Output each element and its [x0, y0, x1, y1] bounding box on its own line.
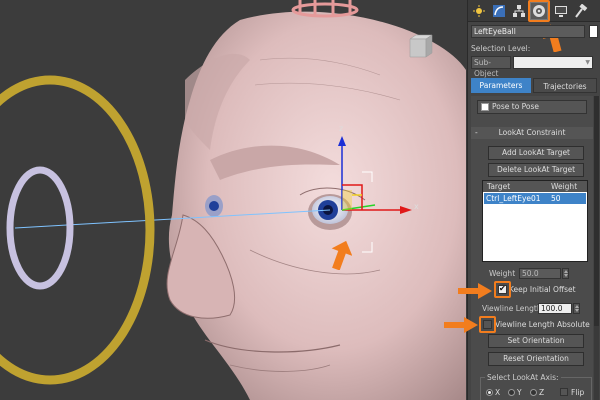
target-list-header: Target Weight: [483, 181, 587, 192]
selection-level-label: Selection Level:: [471, 44, 531, 53]
weight-column-header: Weight: [551, 182, 578, 191]
viewcube[interactable]: [404, 33, 436, 59]
target-weight-cell: 50: [551, 194, 561, 203]
viewport-scene: [0, 0, 466, 400]
hierarchy-tab[interactable]: [510, 2, 528, 20]
add-lookat-target-button[interactable]: Add LookAt Target: [488, 146, 584, 160]
set-orientation-button[interactable]: Set Orientation: [488, 334, 584, 348]
gizmo-x-label: x: [414, 202, 419, 211]
target-list-row[interactable]: Ctrl_LeftEye01 50: [484, 193, 586, 204]
display-tab[interactable]: [552, 2, 570, 20]
modify-curve-icon: [493, 5, 505, 17]
motion-subtabs: Parameters Trajectories: [471, 78, 597, 93]
flip-checkbox[interactable]: [560, 388, 568, 396]
object-name-field[interactable]: LeftEyeBall: [471, 25, 585, 38]
viewline-length-field[interactable]: 100.0: [538, 303, 572, 314]
delete-lookat-target-button[interactable]: Delete LookAt Target: [488, 163, 584, 177]
callout-arrow-right-icon: [458, 283, 492, 299]
gizmo-z-label: z: [339, 124, 344, 133]
pose-to-pose-label: Pose to Pose: [492, 102, 540, 111]
modify-tab[interactable]: [490, 2, 508, 20]
target-list[interactable]: Target Weight Ctrl_LeftEye01 50: [482, 180, 588, 262]
keep-offset-highlight: [494, 281, 511, 298]
viewline-absolute-highlight: [479, 316, 496, 333]
pose-to-pose-checkbox[interactable]: [481, 103, 489, 111]
pose-to-pose-button[interactable]: Pose to Pose: [477, 100, 587, 114]
viewline-length-spinner[interactable]: [573, 303, 580, 314]
sub-object-label: Sub-Object: [471, 56, 511, 78]
utilities-hammer-icon: [575, 4, 588, 18]
viewline-length-label: Viewline Length: [482, 304, 542, 313]
motion-tab-highlight: [528, 0, 550, 22]
panel-scroll-thumb[interactable]: [594, 96, 599, 326]
create-sun-icon: [473, 5, 485, 17]
yellow-ring-control[interactable]: [0, 75, 155, 385]
axis-x-label: X: [495, 388, 501, 397]
axis-x-radio[interactable]: [486, 389, 493, 396]
object-color-swatch[interactable]: [589, 25, 598, 38]
callout-arrow-up-icon: [331, 240, 352, 270]
perspective-viewport[interactable]: z x: [0, 0, 467, 400]
weight-label: Weight: [489, 269, 516, 278]
lookat-constraint-rollout-header[interactable]: - LookAt Constraint: [471, 127, 593, 139]
target-column-header: Target: [487, 182, 511, 191]
command-panel: LeftEyeBall Selection Level: Sub-Object …: [467, 0, 600, 400]
chevron-down-icon: ▼: [585, 59, 590, 66]
axis-y-label: Y: [517, 388, 522, 397]
tab-trajectories[interactable]: Trajectories: [533, 78, 597, 93]
callout-arrow-right-icon: [444, 317, 478, 333]
create-tab[interactable]: [470, 2, 488, 20]
target-name-cell: Ctrl_LeftEye01: [486, 194, 541, 203]
tab-parameters[interactable]: Parameters: [471, 78, 531, 93]
axis-z-radio[interactable]: [530, 389, 537, 396]
right-eyeball[interactable]: [205, 195, 223, 217]
axis-y-radio[interactable]: [508, 389, 515, 396]
lookat-axis-title: Select LookAt Axis:: [485, 373, 561, 382]
sub-object-dropdown[interactable]: ▼: [513, 56, 593, 69]
weight-field[interactable]: 50.0: [519, 268, 561, 279]
flip-label: Flip: [571, 388, 585, 397]
axis-z-label: Z: [539, 388, 545, 397]
reset-orientation-button[interactable]: Reset Orientation: [488, 352, 584, 366]
utilities-tab[interactable]: [572, 2, 590, 20]
display-monitor-icon: [555, 6, 567, 17]
keep-initial-offset-label: Keep Initial Offset: [509, 285, 576, 294]
viewline-length-absolute-label: Viewline Length Absolute: [495, 320, 590, 329]
hierarchy-icon: [513, 5, 525, 17]
weight-spinner[interactable]: [562, 268, 569, 279]
rollout-title: LookAt Constraint: [498, 128, 566, 137]
